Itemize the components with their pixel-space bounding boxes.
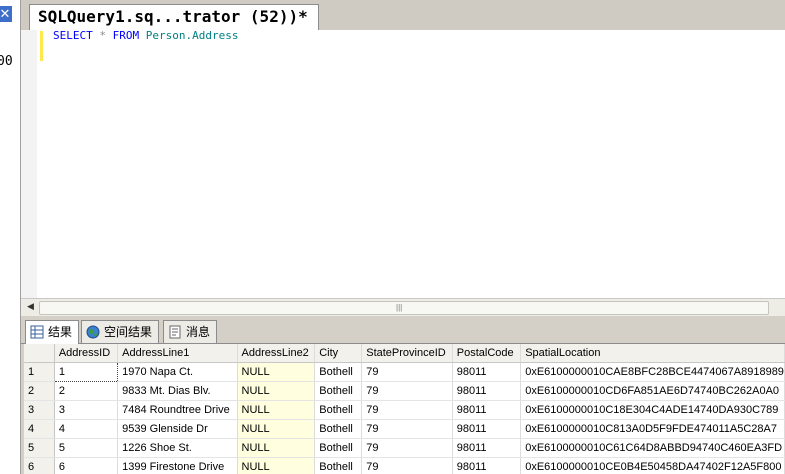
row-number[interactable]: 2: [24, 381, 55, 401]
editor-gutter: [21, 30, 37, 298]
grid-cell[interactable]: 5: [54, 438, 119, 458]
grid-cell[interactable]: 79: [361, 419, 453, 439]
sql-query-line[interactable]: SELECT * FROM Person.Address: [53, 29, 238, 43]
grid-cell[interactable]: NULL: [237, 438, 316, 458]
sql-table-name: Person.Address: [145, 29, 239, 42]
grid-cell[interactable]: 1226 Shoe St.: [117, 438, 238, 458]
grid-cell[interactable]: 1399 Firestone Drive: [117, 457, 238, 474]
grid-cell[interactable]: 9833 Mt. Dias Blv.: [117, 381, 238, 401]
sql-editor[interactable]: SELECT * FROM Person.Address: [21, 29, 785, 298]
grid-cell[interactable]: 98011: [452, 362, 522, 382]
column-header[interactable]: AddressLine1: [117, 344, 238, 363]
grid-cell[interactable]: NULL: [237, 419, 316, 439]
sql-keyword-from: FROM: [112, 29, 140, 42]
table-row[interactable]: 2 2 9833 Mt. Dias Blv. NULL Bothell 79 98011 0x…: [24, 381, 785, 401]
grid-cell[interactable]: 98011: [452, 381, 522, 401]
globe-icon: [86, 325, 100, 339]
table-row[interactable]: 6 6 1399 Firestone Drive NULL Bothell 79 98011…: [24, 457, 785, 474]
editor-change-indicator: [40, 31, 43, 61]
results-table: AddressID AddressLine1 AddressLine2 City…: [24, 344, 785, 474]
grid-cell[interactable]: 7484 Roundtree Drive: [117, 400, 238, 420]
grid-cell[interactable]: 79: [361, 457, 453, 474]
grid-cell[interactable]: NULL: [237, 362, 316, 382]
row-number-header[interactable]: [24, 344, 55, 363]
tab-results-label: 结果: [48, 325, 73, 339]
grid-cell[interactable]: 98011: [452, 457, 522, 474]
grid-cell[interactable]: Bothell: [314, 400, 363, 420]
grid-cell[interactable]: 79: [361, 438, 453, 458]
tab-results[interactable]: 结果: [25, 320, 80, 344]
column-header[interactable]: AddressID: [54, 344, 119, 363]
grid-cell[interactable]: 0xE6100000010CAE8BFC28BCE4474067A8918989: [520, 362, 785, 382]
grid-cell[interactable]: 98011: [452, 400, 522, 420]
tab-messages-label: 消息: [186, 325, 211, 339]
grid-cell[interactable]: Bothell: [314, 381, 363, 401]
row-number[interactable]: 6: [24, 457, 55, 474]
grid-cell[interactable]: NULL: [237, 400, 316, 420]
grid-cell[interactable]: 79: [361, 400, 453, 420]
column-header[interactable]: AddressLine2: [237, 344, 316, 363]
grid-cell[interactable]: 79: [361, 362, 453, 382]
grid-cell[interactable]: 1: [53, 362, 119, 382]
row-number[interactable]: 4: [24, 419, 55, 439]
results-tab-bar: 结果 空间结果 消息: [21, 316, 785, 344]
column-header[interactable]: SpatialLocation: [520, 344, 785, 363]
grid-body: 1 1 1970 Napa Ct. NULL Bothell 79 98011 0xE6100…: [24, 362, 785, 474]
grid-cell[interactable]: 0xE6100000010C813A0D5F9FDE474011A5C28A7: [520, 419, 785, 439]
row-number[interactable]: 5: [24, 438, 55, 458]
query-document-tab[interactable]: SQLQuery1.sq...trator (52))*: [29, 4, 319, 31]
column-header[interactable]: City: [314, 344, 363, 363]
grid-cell[interactable]: Bothell: [314, 457, 363, 474]
grid-header-row: AddressID AddressLine1 AddressLine2 City…: [24, 344, 785, 363]
grid-cell[interactable]: 2: [54, 381, 119, 401]
table-row[interactable]: 5 5 1226 Shoe St. NULL Bothell 79 98011 0xE6100…: [24, 438, 785, 458]
results-grid[interactable]: AddressID AddressLine1 AddressLine2 City…: [24, 344, 785, 474]
table-row[interactable]: 3 3 7484 Roundtree Drive NULL Bothell 79 98011…: [24, 400, 785, 420]
tab-messages[interactable]: 消息: [163, 320, 218, 343]
grid-cell[interactable]: 1970 Napa Ct.: [117, 362, 238, 382]
scrollbar-grip: |||: [396, 303, 403, 312]
grid-cell[interactable]: 9539 Glenside Dr: [117, 419, 238, 439]
editor-horizontal-scrollbar[interactable]: ◀ |||: [21, 298, 785, 316]
grid-cell[interactable]: NULL: [237, 457, 316, 474]
grid-cell[interactable]: 98011: [452, 419, 522, 439]
tab-spatial-results-label: 空间结果: [104, 325, 153, 339]
row-number[interactable]: 3: [24, 400, 55, 420]
grid-cell[interactable]: 0xE6100000010CD6FA851AE6D74740BC262A0A0: [520, 381, 785, 401]
column-header[interactable]: StateProvinceID: [361, 344, 453, 363]
grid-cell[interactable]: 4: [54, 419, 119, 439]
column-header[interactable]: PostalCode: [452, 344, 522, 363]
grid-cell[interactable]: 0xE6100000010C18E304C4ADE14740DA930C789: [520, 400, 785, 420]
left-panel-cut-text: 00: [0, 54, 13, 69]
grid-icon: [30, 325, 44, 339]
grid-cell[interactable]: Bothell: [314, 438, 363, 458]
grid-cell[interactable]: 6: [54, 457, 119, 474]
left-panel-edge: ✕ 00: [0, 0, 21, 474]
close-icon[interactable]: ✕: [0, 6, 12, 22]
messages-icon: [169, 325, 181, 339]
grid-cell[interactable]: 98011: [452, 438, 522, 458]
scroll-left-arrow-icon[interactable]: ◀: [27, 301, 34, 312]
grid-cell[interactable]: 0xE6100000010CE0B4E50458DA47402F12A5F800: [520, 457, 785, 474]
scrollbar-thumb[interactable]: |||: [39, 301, 769, 315]
grid-cell[interactable]: NULL: [237, 381, 316, 401]
grid-cell[interactable]: Bothell: [314, 419, 363, 439]
grid-cell[interactable]: 79: [361, 381, 453, 401]
grid-cell[interactable]: 3: [54, 400, 119, 420]
sql-keyword-select: SELECT: [53, 29, 93, 42]
grid-cell[interactable]: Bothell: [314, 362, 363, 382]
sql-star: *: [99, 29, 106, 42]
table-row[interactable]: 4 4 9539 Glenside Dr NULL Bothell 79 98011 0xE6…: [24, 419, 785, 439]
row-number[interactable]: 1: [24, 362, 55, 382]
tab-spatial-results[interactable]: 空间结果: [81, 320, 160, 343]
document-tab-strip: SQLQuery1.sq...trator (52))*: [21, 0, 785, 31]
table-row[interactable]: 1 1 1970 Napa Ct. NULL Bothell 79 98011 0xE6100…: [24, 362, 785, 382]
grid-cell[interactable]: 0xE6100000010C61C64D8ABBD94740C460EA3FD: [520, 438, 785, 458]
